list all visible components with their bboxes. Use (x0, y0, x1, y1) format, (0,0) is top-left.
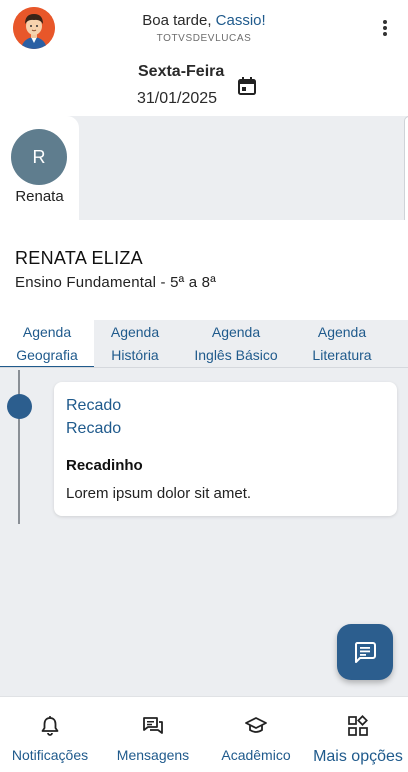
nav-academico[interactable]: Acadêmico (206, 697, 306, 772)
nav-label: Acadêmico (221, 747, 291, 763)
nav-label: Mensagens (116, 747, 190, 763)
message-body: Lorem ipsum dolor sit amet. (66, 485, 252, 502)
student-level: Ensino Fundamental - 5ª a 8ª (15, 274, 216, 291)
student-info: RENATA ELIZA Ensino Fundamental - 5ª a 8… (0, 220, 408, 320)
message-icon (354, 642, 376, 663)
tab-label-line2: História (111, 347, 159, 363)
student-selector: R Renata (0, 116, 408, 254)
student-card[interactable]: R Renata (0, 116, 79, 220)
weekday-label: Sexta-Feira (138, 63, 225, 80)
tab-label-line1: Agenda (317, 324, 367, 340)
chat-icon (143, 717, 163, 734)
student-full-name: RENATA ELIZA (15, 248, 143, 268)
greeting-user-name: Cassio! (215, 12, 266, 29)
message-card[interactable]: Recado Recado Recadinho Lorem ipsum dolo… (54, 382, 397, 516)
date-label: 31/01/2025 (137, 90, 218, 107)
tab-label-line1: Agenda (22, 324, 72, 340)
tab-agenda-historia[interactable]: Agenda História (94, 320, 176, 367)
calendar-icon[interactable] (237, 76, 257, 96)
more-vertical-icon-dot (383, 32, 387, 36)
tenant-label: TOTVSDEVLUCAS (156, 33, 252, 44)
new-message-fab[interactable] (337, 624, 393, 680)
tab-agenda-ingles-basico[interactable]: Agenda Inglês Básico (176, 320, 296, 367)
message-category: Recado (66, 420, 122, 437)
nav-label: Mais opções (313, 748, 403, 765)
student-avatar: R (11, 129, 67, 185)
tab-label-line2: Geografia (16, 347, 78, 363)
tab-agenda-literatura[interactable]: Agenda Literatura (296, 320, 388, 367)
apps-icon (348, 715, 368, 736)
active-tab-indicator (0, 366, 94, 367)
bottom-navigation: Notificações Mensagens Acadêmico Mais op… (0, 696, 408, 772)
tab-agenda-geografia[interactable]: Agenda Geografia (0, 320, 94, 367)
tab-overflow[interactable] (388, 320, 408, 367)
nav-mensagens[interactable]: Mensagens (103, 697, 203, 772)
tab-label-line1: Agenda (211, 324, 261, 340)
nav-label: Notificações (11, 747, 89, 763)
message-title: Recadinho (66, 457, 143, 474)
message-type: Recado (66, 397, 122, 414)
graduation-cap-icon (245, 717, 267, 733)
greeting-prefix: Boa tarde, (142, 12, 216, 29)
more-vertical-icon (383, 20, 387, 24)
timeline-dot (7, 394, 32, 419)
nav-mais-opcoes[interactable]: Mais opções (308, 697, 408, 772)
student-name: Renata (15, 188, 64, 205)
agenda-tabs: Agenda Geografia Agenda História Agenda … (0, 320, 408, 368)
tab-label-line2: Literatura (312, 347, 372, 363)
more-vertical-icon-dot (383, 26, 387, 30)
more-options-button[interactable] (376, 17, 394, 39)
tab-label-line1: Agenda (110, 324, 160, 340)
tab-label-line2: Inglês Básico (194, 347, 278, 363)
app-header: Boa tarde, Cassio! TOTVSDEVLUCAS Sexta-F… (0, 0, 408, 116)
greeting: Boa tarde, Cassio! (0, 12, 408, 29)
nav-notificacoes[interactable]: Notificações (0, 697, 100, 772)
bell-icon (41, 716, 59, 736)
